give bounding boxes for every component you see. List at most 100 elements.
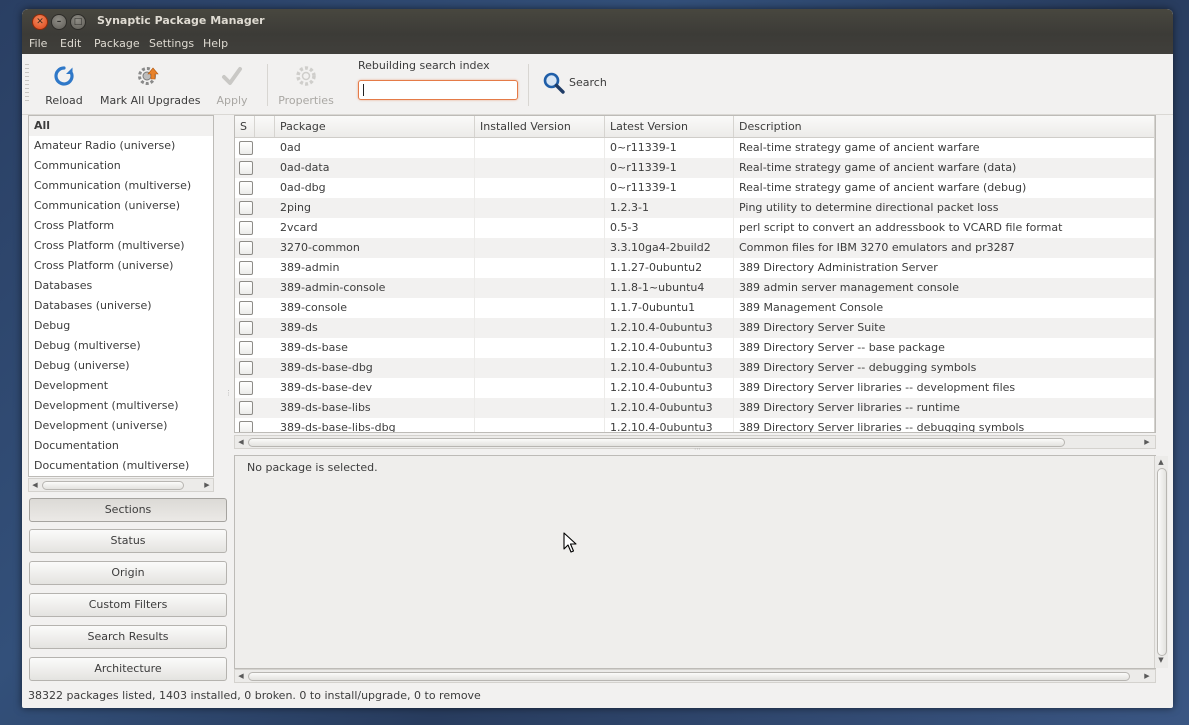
section-item[interactable]: Development (multiverse) bbox=[29, 396, 213, 416]
minimize-window-button[interactable]: – bbox=[51, 14, 67, 30]
package-checkbox[interactable] bbox=[239, 241, 253, 255]
section-item[interactable]: Debug (multiverse) bbox=[29, 336, 213, 356]
section-item[interactable]: Communication (universe) bbox=[29, 196, 213, 216]
apply-button[interactable]: Apply bbox=[210, 60, 254, 110]
search-input[interactable] bbox=[358, 80, 518, 100]
section-item[interactable]: Databases (universe) bbox=[29, 296, 213, 316]
section-item[interactable]: All bbox=[29, 116, 213, 136]
mark-all-upgrades-button[interactable]: Mark All Upgrades bbox=[100, 60, 201, 110]
table-row[interactable]: 389-ds-base-dbg 1.2.10.4-0ubuntu3 389 Dire… bbox=[235, 358, 1155, 378]
column-latest-version[interactable]: Latest Version bbox=[605, 116, 734, 137]
sections-vertical-scrollbar[interactable]: ▲ ▼ bbox=[213, 116, 214, 476]
package-checkbox[interactable] bbox=[239, 141, 253, 155]
menu-help[interactable]: Help bbox=[203, 37, 228, 50]
filter-origin-button[interactable]: Origin bbox=[29, 561, 227, 585]
table-row[interactable]: 0ad-dbg 0~r11339-1 Real-time strategy game… bbox=[235, 178, 1155, 198]
table-scroll-up-arrow-icon[interactable]: ▲ bbox=[1155, 116, 1156, 128]
section-item[interactable]: Databases bbox=[29, 276, 213, 296]
sections-horizontal-scrollbar[interactable]: ◀ ▶ bbox=[28, 478, 214, 492]
sections-hscroll-thumb[interactable] bbox=[42, 481, 184, 490]
menu-settings[interactable]: Settings bbox=[149, 37, 194, 50]
table-row[interactable]: 2vcard 0.5-3 perl script to convert an add… bbox=[235, 218, 1155, 238]
table-row[interactable]: 389-ds-base 1.2.10.4-0ubuntu3 389 Director… bbox=[235, 338, 1155, 358]
section-item[interactable]: Development bbox=[29, 376, 213, 396]
table-scroll-down-arrow-icon[interactable]: ▼ bbox=[1155, 418, 1156, 430]
filter-architecture-button[interactable]: Architecture bbox=[29, 657, 227, 681]
table-row[interactable]: 389-ds-base-libs-dbg 1.2.10.4-0ubuntu3 389… bbox=[235, 418, 1155, 432]
table-row[interactable]: 2ping 1.2.3-1 Ping utility to determine di… bbox=[235, 198, 1155, 218]
package-checkbox[interactable] bbox=[239, 301, 253, 315]
package-checkbox[interactable] bbox=[239, 361, 253, 375]
properties-button[interactable]: Properties bbox=[276, 60, 336, 110]
package-checkbox[interactable] bbox=[239, 281, 253, 295]
package-checkbox[interactable] bbox=[239, 341, 253, 355]
table-scroll-right-arrow-icon[interactable]: ▶ bbox=[1141, 436, 1153, 448]
package-checkbox[interactable] bbox=[239, 321, 253, 335]
column-installed-version[interactable]: Installed Version bbox=[475, 116, 605, 137]
description-cell: 389 Directory Server libraries -- runtim… bbox=[739, 401, 960, 414]
details-scroll-right-arrow-icon[interactable]: ▶ bbox=[1141, 670, 1153, 682]
table-row[interactable]: 389-ds-base-libs 1.2.10.4-0ubuntu3 389 Dir… bbox=[235, 398, 1155, 418]
details-horizontal-scrollbar[interactable]: ◀ ▶ bbox=[234, 669, 1156, 683]
column-package[interactable]: Package bbox=[275, 116, 475, 137]
details-scroll-up-arrow-icon[interactable]: ▲ bbox=[1155, 456, 1167, 468]
package-checkbox[interactable] bbox=[239, 181, 253, 195]
details-vertical-scrollbar[interactable]: ▲ ▼ bbox=[1154, 456, 1168, 668]
section-item[interactable]: Debug (universe) bbox=[29, 356, 213, 376]
section-item[interactable]: Cross Platform (universe) bbox=[29, 256, 213, 276]
filter-sections-button[interactable]: Sections bbox=[29, 498, 227, 522]
table-row[interactable]: 389-admin-console 1.1.8-1~ubuntu4 389 admi… bbox=[235, 278, 1155, 298]
section-item[interactable]: Communication (multiverse) bbox=[29, 176, 213, 196]
table-row[interactable]: 3270-common 3.3.10ga4-2build2 Common files… bbox=[235, 238, 1155, 258]
package-checkbox[interactable] bbox=[239, 401, 253, 415]
section-item[interactable]: Amateur Radio (universe) bbox=[29, 136, 213, 156]
close-window-button[interactable]: ✕ bbox=[32, 14, 48, 30]
table-pane-resize-handle[interactable]: ⋯ bbox=[694, 445, 701, 453]
package-checkbox[interactable] bbox=[239, 161, 253, 175]
details-hscroll-thumb[interactable] bbox=[248, 672, 1130, 681]
table-row[interactable]: 389-console 1.1.7-0ubuntu1 389 Management … bbox=[235, 298, 1155, 318]
filter-search-results-button[interactable]: Search Results bbox=[29, 625, 227, 649]
search-button[interactable]: Search bbox=[540, 70, 610, 98]
table-scroll-left-arrow-icon[interactable]: ◀ bbox=[235, 436, 247, 448]
menu-file[interactable]: File bbox=[29, 37, 47, 50]
section-item[interactable]: Debug bbox=[29, 316, 213, 336]
section-item[interactable]: Development (universe) bbox=[29, 416, 213, 436]
section-item[interactable]: Documentation (multiverse) bbox=[29, 456, 213, 476]
package-checkbox[interactable] bbox=[239, 261, 253, 275]
details-scroll-thumb[interactable] bbox=[1157, 468, 1167, 656]
reload-button[interactable]: Reload bbox=[42, 60, 86, 110]
filter-custom-filters-button[interactable]: Custom Filters bbox=[29, 593, 227, 617]
toolbar-grip[interactable] bbox=[25, 64, 29, 104]
table-row[interactable]: 389-ds-base-dev 1.2.10.4-0ubuntu3 389 Dire… bbox=[235, 378, 1155, 398]
sections-list[interactable]: All Amateur Radio (universe) Communication… bbox=[28, 115, 214, 477]
filter-status-button[interactable]: Status bbox=[29, 529, 227, 553]
package-table[interactable]: S Package Installed Version Latest Versi… bbox=[234, 115, 1156, 433]
menu-edit[interactable]: Edit bbox=[60, 37, 81, 50]
table-row[interactable]: 389-ds 1.2.10.4-0ubuntu3 389 Directory Ser… bbox=[235, 318, 1155, 338]
menu-package[interactable]: Package bbox=[94, 37, 140, 50]
section-item[interactable]: Cross Platform bbox=[29, 216, 213, 236]
package-checkbox[interactable] bbox=[239, 381, 253, 395]
table-row[interactable]: 389-admin 1.1.27-0ubuntu2 389 Directory Ad… bbox=[235, 258, 1155, 278]
scroll-right-arrow-icon[interactable]: ▶ bbox=[201, 479, 213, 491]
section-item[interactable]: Communication bbox=[29, 156, 213, 176]
column-description[interactable]: Description bbox=[734, 116, 1155, 137]
maximize-window-button[interactable]: □ bbox=[70, 14, 86, 30]
package-checkbox[interactable] bbox=[239, 421, 253, 432]
column-icon[interactable] bbox=[255, 116, 275, 137]
table-row[interactable]: 0ad-data 0~r11339-1 Real-time strategy gam… bbox=[235, 158, 1155, 178]
table-row[interactable]: 0ad 0~r11339-1 Real-time strategy game of … bbox=[235, 138, 1155, 158]
section-item[interactable]: Cross Platform (multiverse) bbox=[29, 236, 213, 256]
scroll-left-arrow-icon[interactable]: ◀ bbox=[29, 479, 41, 491]
table-hscroll-thumb[interactable] bbox=[248, 438, 1065, 447]
details-scroll-down-arrow-icon[interactable]: ▼ bbox=[1155, 654, 1167, 666]
column-status[interactable]: S bbox=[235, 116, 255, 137]
package-checkbox[interactable] bbox=[239, 221, 253, 235]
details-scroll-left-arrow-icon[interactable]: ◀ bbox=[235, 670, 247, 682]
table-vertical-scrollbar[interactable]: ▲ ▼ bbox=[1154, 116, 1156, 432]
package-checkbox[interactable] bbox=[239, 201, 253, 215]
left-pane-resize-handle[interactable]: ⋮ bbox=[225, 389, 232, 397]
title-bar[interactable]: ✕ – □ Synaptic Package Manager bbox=[22, 9, 1173, 34]
section-item[interactable]: Documentation bbox=[29, 436, 213, 456]
